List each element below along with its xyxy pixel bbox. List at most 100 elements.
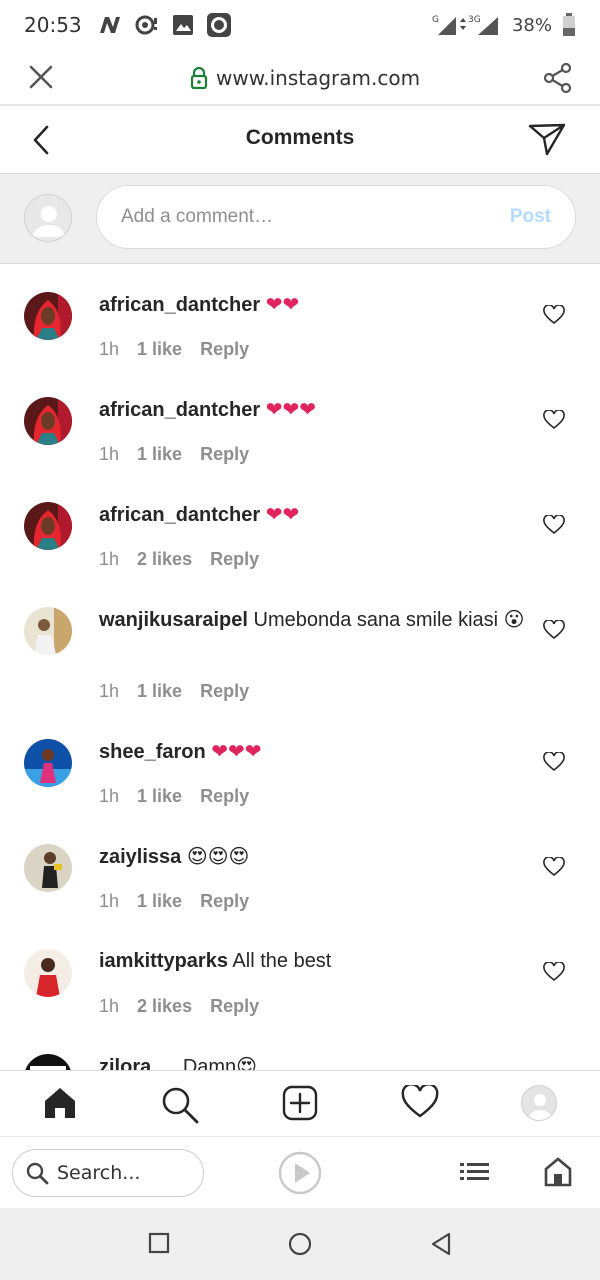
comment-likes[interactable]: 1 like bbox=[137, 339, 182, 360]
like-heart-icon[interactable] bbox=[543, 857, 565, 877]
home-circle-icon[interactable] bbox=[288, 1232, 312, 1256]
battery-icon bbox=[563, 13, 575, 36]
tabs-list-icon[interactable] bbox=[460, 1161, 490, 1183]
comment-meta: 1h 1 like Reply bbox=[99, 786, 249, 807]
browser-address-bar: www.instagram.com bbox=[0, 50, 600, 106]
comment-text: zilora Damn😍 bbox=[99, 1052, 529, 1070]
comment-username[interactable]: shee_faron bbox=[99, 741, 206, 763]
like-heart-icon[interactable] bbox=[543, 410, 565, 430]
comment-likes[interactable]: 2 likes bbox=[137, 996, 192, 1017]
comment-username[interactable]: iamkittyparks bbox=[99, 950, 228, 972]
comment-username[interactable]: african_dantcher bbox=[99, 504, 260, 526]
comment-composer: Post bbox=[0, 174, 600, 264]
comment-time: 1h bbox=[99, 786, 120, 806]
comment-meta: 1h 1 like Reply bbox=[99, 681, 249, 702]
like-heart-icon[interactable] bbox=[543, 305, 565, 325]
comment-username[interactable]: wanjikusaraipel bbox=[99, 609, 248, 631]
comment-time: 1h bbox=[99, 549, 120, 569]
home-icon[interactable] bbox=[544, 1157, 572, 1187]
profile-avatar[interactable] bbox=[521, 1085, 557, 1121]
comment-body: All the best bbox=[232, 950, 332, 972]
commenter-avatar[interactable] bbox=[24, 502, 72, 550]
close-icon[interactable] bbox=[28, 64, 54, 90]
like-heart-icon[interactable] bbox=[543, 620, 565, 640]
heart-eyes-emoji: 😍😍😍 bbox=[186, 844, 250, 868]
heart-emoji: ❤❤ bbox=[265, 292, 300, 316]
like-heart-icon[interactable] bbox=[543, 962, 565, 982]
reply-button[interactable]: Reply bbox=[210, 549, 259, 570]
comment-username[interactable]: african_dantcher bbox=[99, 399, 260, 421]
browser-search-label: Search... bbox=[57, 1162, 141, 1184]
comment-likes[interactable]: 1 like bbox=[137, 891, 182, 912]
commenter-avatar[interactable] bbox=[24, 949, 72, 997]
reply-button[interactable]: Reply bbox=[200, 681, 249, 702]
heart-eyes-emoji: 😍 bbox=[236, 1054, 258, 1070]
comment-likes[interactable]: 1 like bbox=[137, 681, 182, 702]
comment-likes[interactable]: 1 like bbox=[137, 444, 182, 465]
comment-body: Damn bbox=[182, 1056, 237, 1070]
commenter-avatar[interactable] bbox=[24, 397, 72, 445]
comment-text: iamkittyparks All the best bbox=[99, 947, 529, 975]
comment-time: 1h bbox=[99, 996, 120, 1016]
sync-icon bbox=[135, 15, 157, 35]
new-post-icon[interactable] bbox=[282, 1085, 318, 1121]
comment-meta: 1h 1 like Reply bbox=[99, 339, 249, 360]
n-notification-icon bbox=[99, 17, 120, 33]
comment-likes[interactable]: 1 like bbox=[137, 786, 182, 807]
commenter-avatar[interactable] bbox=[24, 844, 72, 892]
play-icon[interactable] bbox=[278, 1151, 322, 1195]
reply-button[interactable]: Reply bbox=[200, 444, 249, 465]
comment-meta: 1h 2 likes Reply bbox=[99, 996, 259, 1017]
record-icon bbox=[206, 13, 231, 37]
bottom-navigation bbox=[0, 1070, 600, 1136]
system-navigation-bar bbox=[0, 1208, 600, 1280]
heart-emoji: ❤❤ bbox=[265, 502, 300, 526]
commenter-avatar[interactable] bbox=[24, 607, 72, 655]
comment-input[interactable] bbox=[121, 200, 481, 234]
back-triangle-icon[interactable] bbox=[430, 1232, 452, 1256]
lock-icon bbox=[190, 67, 208, 89]
status-right: G 3G 38% bbox=[432, 13, 576, 37]
reply-button[interactable]: Reply bbox=[210, 996, 259, 1017]
battery-percent: 38% bbox=[511, 14, 552, 36]
comment-meta: 1h 1 like Reply bbox=[99, 891, 249, 912]
comment-username[interactable]: zilora bbox=[99, 1056, 151, 1070]
commenter-avatar[interactable] bbox=[24, 292, 72, 340]
network-2-label: 3G bbox=[468, 15, 481, 25]
activity-heart-icon[interactable] bbox=[401, 1085, 439, 1119]
image-icon bbox=[172, 15, 193, 35]
comment-time: 1h bbox=[99, 444, 120, 464]
commenter-avatar[interactable] bbox=[24, 1054, 72, 1070]
comment-likes[interactable]: 2 likes bbox=[137, 549, 192, 570]
status-bar: 20:53 G 3G 38% bbox=[0, 0, 600, 50]
search-icon[interactable] bbox=[160, 1085, 200, 1125]
status-icons bbox=[98, 12, 232, 38]
comment-text: african_dantcher ❤❤❤ bbox=[99, 395, 529, 424]
url-display[interactable]: www.instagram.com bbox=[190, 66, 420, 90]
comment-meta: 1h 1 like Reply bbox=[99, 444, 249, 465]
like-heart-icon[interactable] bbox=[543, 752, 565, 772]
page-title: Comments bbox=[245, 126, 355, 149]
share-icon[interactable] bbox=[542, 62, 574, 94]
network-1-label: G bbox=[432, 15, 439, 25]
comment-time: 1h bbox=[99, 681, 120, 701]
reply-button[interactable]: Reply bbox=[200, 339, 249, 360]
comment-username[interactable]: zaiylissa bbox=[99, 846, 181, 868]
comment-text: wanjikusaraipel Umebonda sana smile kias… bbox=[99, 605, 529, 634]
recents-square-icon[interactable] bbox=[148, 1232, 170, 1254]
direct-send-icon[interactable] bbox=[528, 122, 566, 156]
reply-button[interactable]: Reply bbox=[200, 786, 249, 807]
comments-list: african_dantcher ❤❤ 1h 1 like Reply afri… bbox=[0, 265, 600, 1070]
post-button[interactable]: Post bbox=[510, 206, 551, 228]
heart-emoji: ❤❤❤ bbox=[265, 397, 317, 421]
comments-header: Comments bbox=[0, 108, 600, 174]
comment-username[interactable]: african_dantcher bbox=[99, 294, 260, 316]
commenter-avatar[interactable] bbox=[24, 739, 72, 787]
reply-button[interactable]: Reply bbox=[200, 891, 249, 912]
comment-body: Umebonda sana smile kiasi bbox=[253, 609, 499, 631]
browser-search-box[interactable]: Search... bbox=[12, 1149, 204, 1197]
signal-icon: G 3G bbox=[432, 15, 498, 35]
home-icon[interactable] bbox=[42, 1085, 78, 1121]
like-heart-icon[interactable] bbox=[543, 515, 565, 535]
heart-emoji: ❤❤❤ bbox=[211, 739, 262, 763]
